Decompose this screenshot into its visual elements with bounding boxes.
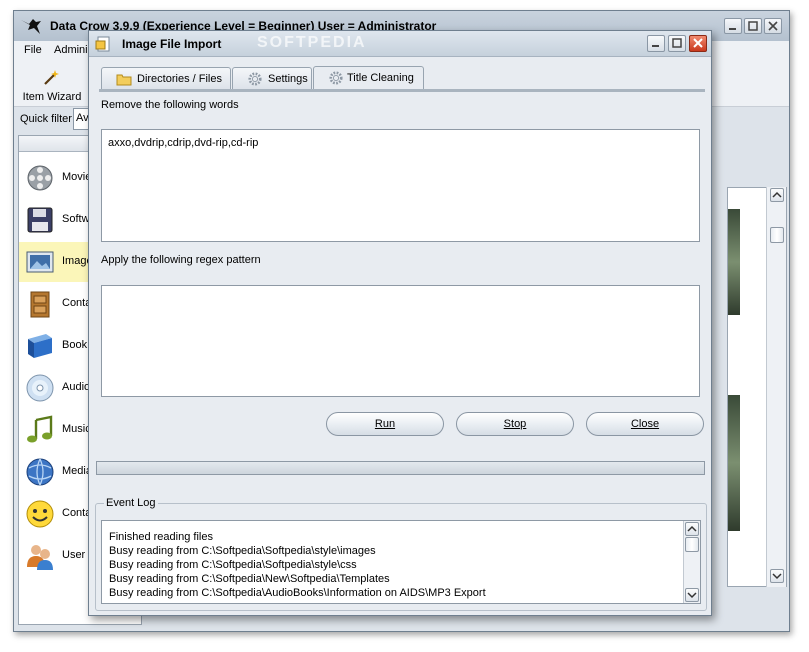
event-log-list[interactable]: Finished reading files Busy reading from… [101,520,701,604]
stop-button-label: Stop [503,418,527,430]
module-label: Music [62,423,91,435]
menu-file[interactable]: File [24,44,42,56]
dialog-title: Image File Import [122,37,222,51]
dialog-maximize-button[interactable] [668,35,686,52]
remove-words-textarea[interactable]: axxo,dvdrip,cdrip,dvd-rip,cd-rip [101,129,700,242]
remove-words-label: Remove the following words [101,99,239,111]
smiley-icon [26,500,54,528]
stop-button[interactable]: Stop [456,412,574,436]
log-line: Busy reading from C:\Softpedia\Softpedia… [109,545,376,557]
event-log-group: Event Log Finished reading files Busy re… [95,497,707,611]
maximize-icon [748,21,758,31]
log-line: Busy reading from C:\Softpedia\Softpedia… [109,559,357,571]
log-line: Busy reading from C:\Softpedia\AudioBook… [109,587,486,599]
tab-divider [99,89,705,92]
module-label: Conta [62,507,92,519]
tab-label: Title Cleaning [347,72,414,84]
import-progress-bar [96,461,705,475]
gear-icon [329,71,343,85]
crow-logo-icon [21,19,41,34]
dialog-minimize-button[interactable] [647,35,665,52]
chevron-down-icon [772,573,782,580]
minimize-icon [652,45,659,47]
cd-icon [26,374,54,402]
chevron-up-icon [772,191,782,198]
film-reel-icon [27,165,53,191]
main-maximize-button[interactable] [744,18,762,34]
maximize-icon [672,38,682,48]
tab-directories-files[interactable]: Directories / Files [101,67,231,89]
tab-title-cleaning[interactable]: Title Cleaning [313,66,424,89]
event-log-scrollbar[interactable] [683,521,700,603]
floppy-disk-icon [27,207,53,233]
users-icon [27,545,53,570]
event-log-label: Event Log [104,497,158,509]
chevron-down-icon [687,592,697,599]
import-document-icon [95,36,110,52]
preview-thumbnail[interactable] [728,395,740,531]
tab-settings[interactable]: Settings [232,67,312,89]
log-line: Finished reading files [109,531,213,543]
preview-thumbnail[interactable] [728,209,740,315]
close-icon [768,21,778,31]
regex-pattern-label: Apply the following regex pattern [101,254,261,266]
module-label: Softw [62,213,90,225]
main-close-button[interactable] [764,18,782,34]
folder-icon [116,74,132,86]
preview-scrollbar[interactable] [766,187,786,587]
close-button-label: Close [630,418,660,430]
globe-icon [26,458,54,486]
module-label: Conta [62,297,92,309]
dialog-title-bar: Image File Import SOFTPEDIA [89,31,711,57]
tab-label: Directories / Files [137,73,222,85]
log-line: Busy reading from C:\Softpedia\New\Softp… [109,573,390,585]
picture-icon [26,251,54,273]
magic-wand-icon [44,70,59,85]
regex-pattern-textarea[interactable] [101,285,700,397]
close-button[interactable]: Close [586,412,704,436]
scroll-thumb[interactable] [770,227,784,243]
tab-label: Settings [268,73,308,85]
dialog-close-button[interactable] [689,35,707,52]
book-icon [28,334,52,358]
run-button-label: Run [374,418,396,430]
module-label: Movie [62,171,92,183]
scroll-down-button[interactable] [685,588,699,602]
run-button[interactable]: Run [326,412,444,436]
scroll-up-button[interactable] [685,522,699,536]
minimize-icon [729,28,736,30]
cabinet-icon [30,291,50,318]
main-minimize-button[interactable] [724,18,742,34]
module-label: Book [62,339,88,351]
item-wizard-button[interactable]: Item Wizard [20,67,84,103]
image-file-import-dialog: Image File Import SOFTPEDIA Directories … [88,30,712,616]
softpedia-watermark: SOFTPEDIA [257,34,367,51]
close-icon [693,38,703,48]
item-wizard-label: Item Wizard [22,91,82,103]
quick-filter-label: Quick filter [20,113,72,125]
chevron-up-icon [687,525,697,532]
scroll-up-button[interactable] [770,188,784,202]
scroll-thumb[interactable] [685,537,699,552]
scroll-down-button[interactable] [770,569,784,583]
module-label: Audio [62,381,91,393]
menu-administration[interactable]: Admini [54,44,88,56]
dialog-tabs: Directories / Files Settings Title Clean… [99,66,699,89]
music-note-icon [27,415,53,443]
gear-icon [248,72,262,86]
module-label: User [62,549,86,561]
